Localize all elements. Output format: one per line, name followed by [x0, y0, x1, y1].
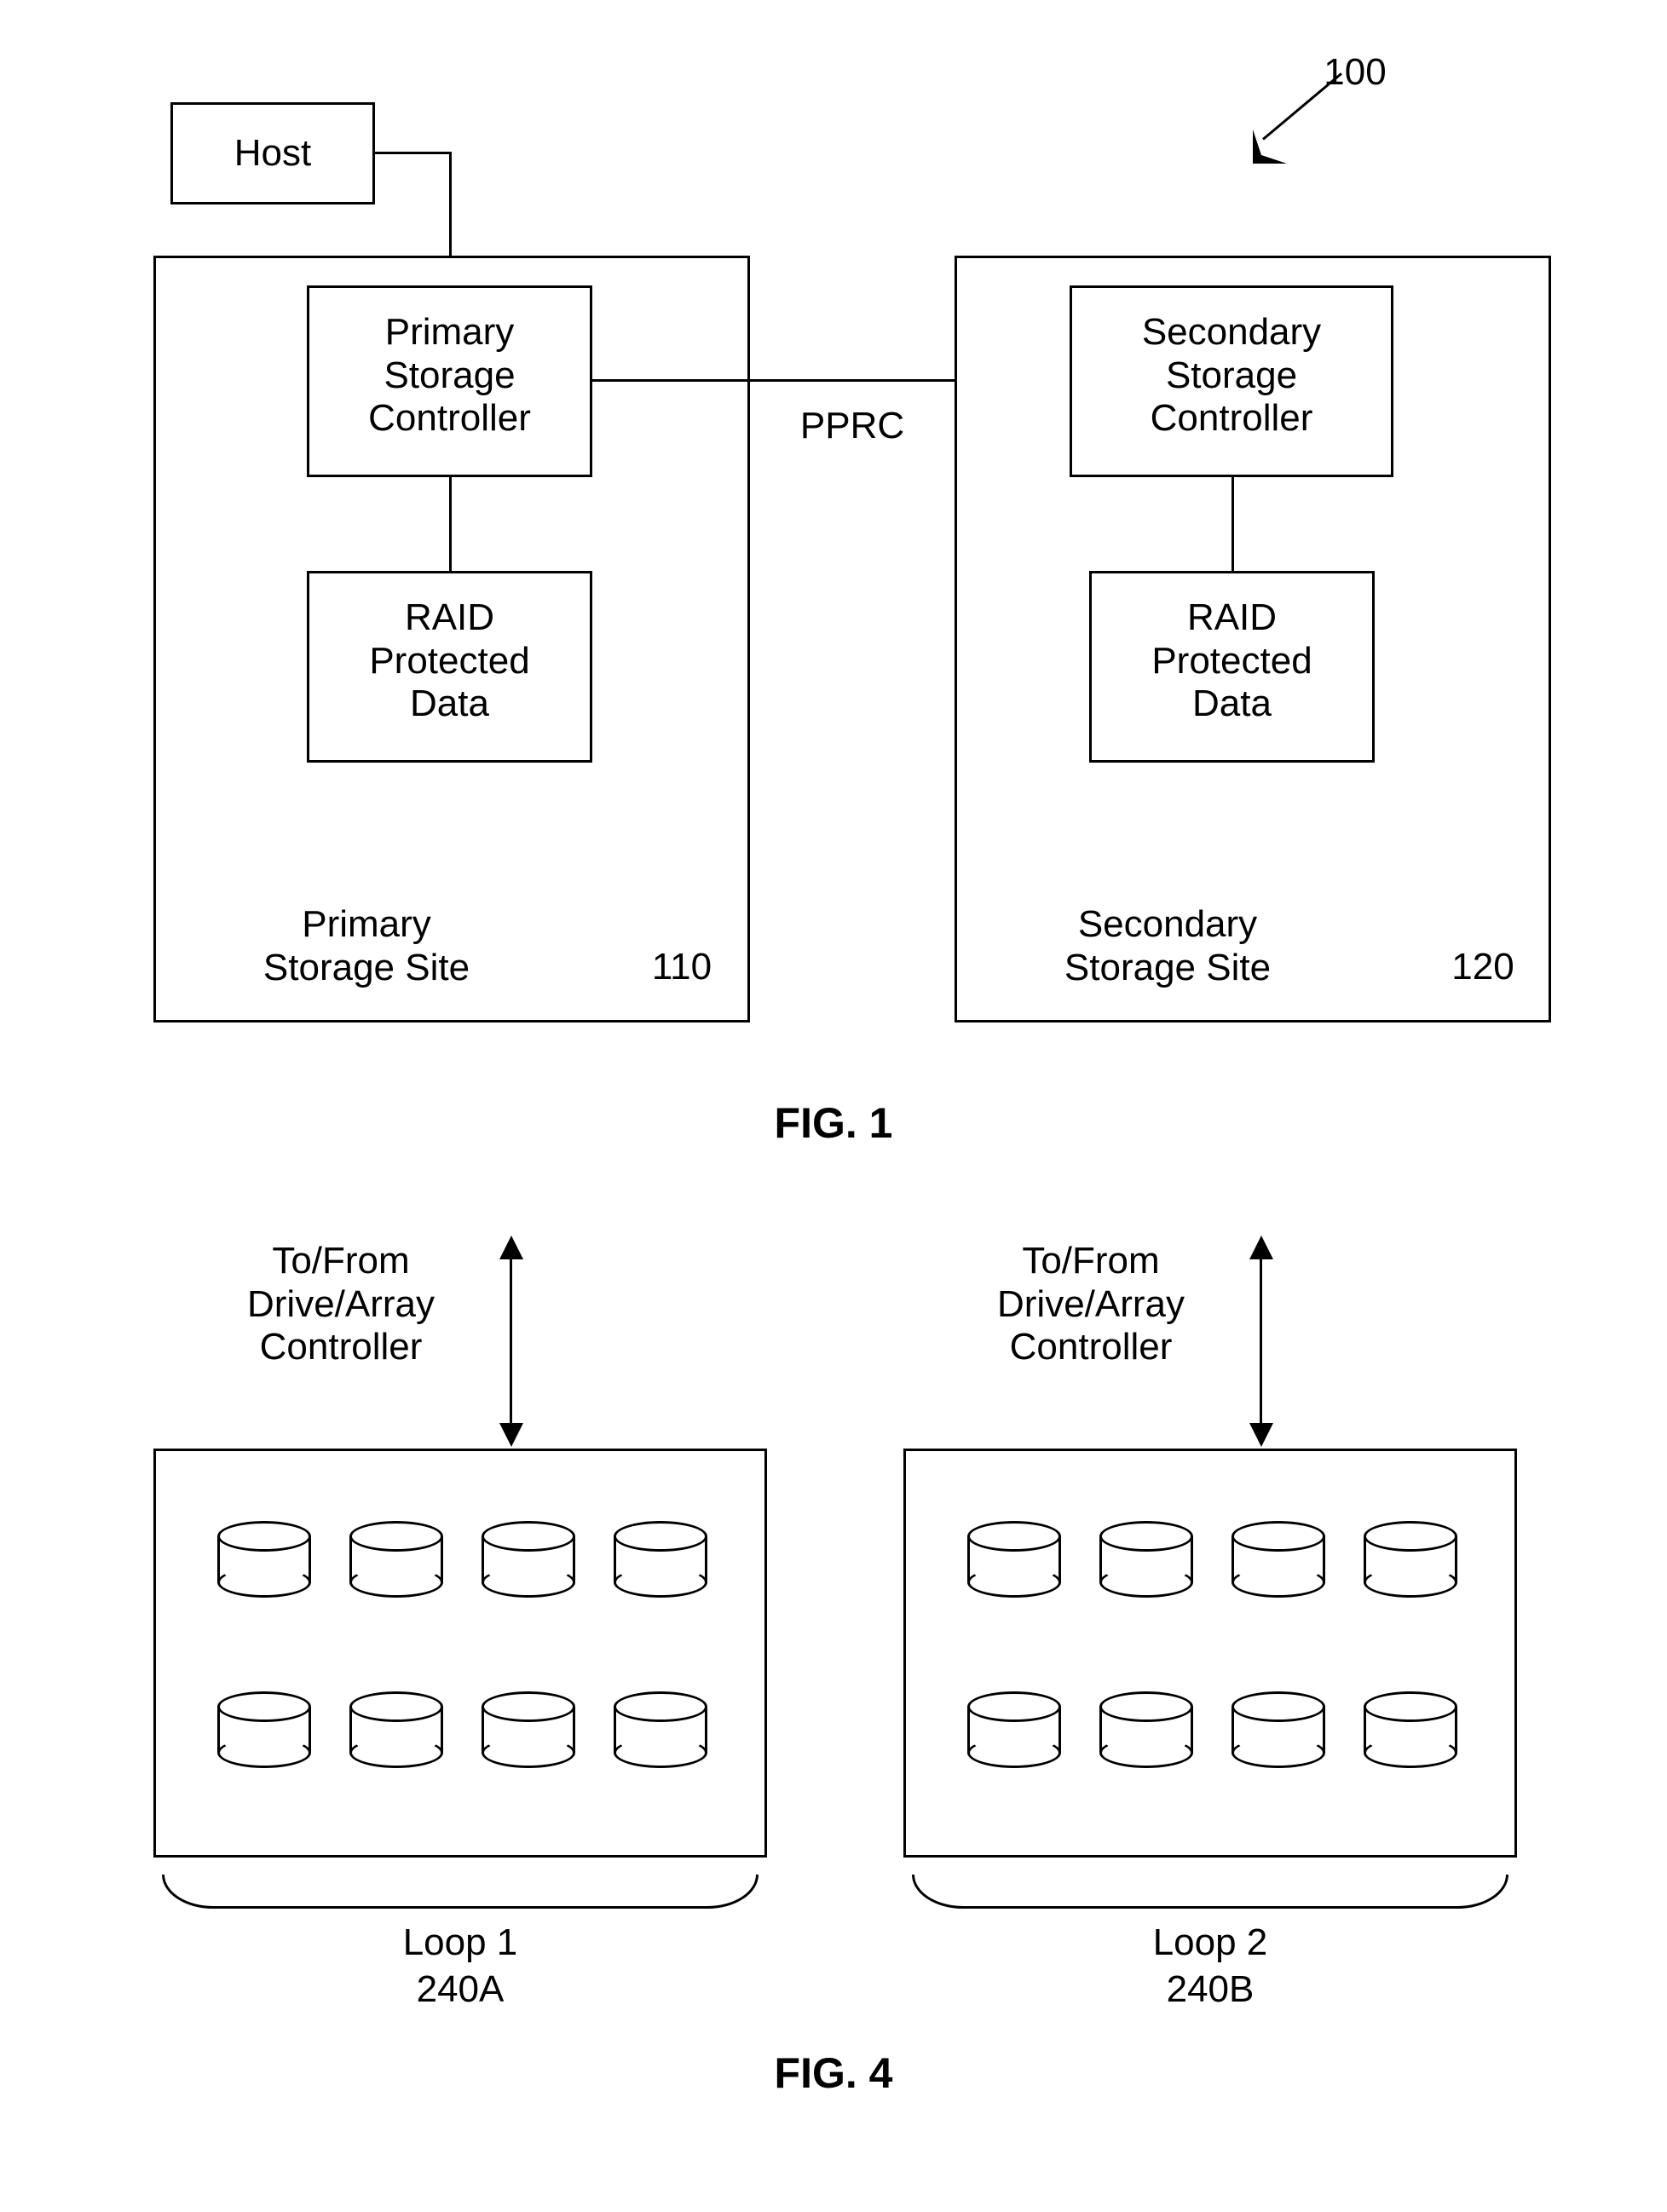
- primary-raid-label: RAID Protected Data: [307, 596, 592, 726]
- loop1-ref: 240A: [153, 1968, 767, 2012]
- disk-icon: [1232, 1691, 1325, 1768]
- disk-icon: [1099, 1691, 1193, 1768]
- host-to-ctrl-h: [375, 152, 452, 154]
- loop2-arrow-shaft: [1260, 1257, 1262, 1427]
- loop2-arrow-label: To/From Drive/Array Controller: [950, 1240, 1232, 1369]
- disk-icon: [1364, 1521, 1457, 1598]
- loop1-arrow-shaft: [510, 1257, 512, 1427]
- disk-icon: [1364, 1691, 1457, 1768]
- loop1-arrow-down: [499, 1423, 523, 1447]
- loop2-box: [903, 1449, 1517, 1858]
- secondary-site-label: Secondary Storage Site: [997, 903, 1338, 989]
- disk-icon: [1099, 1521, 1193, 1598]
- disk-icon: [614, 1691, 707, 1768]
- disk-icon: [482, 1521, 575, 1598]
- page: 100 Host Primary Storage Controller RAID…: [0, 0, 1667, 2212]
- fig1-ref-100: 100: [1304, 51, 1406, 95]
- loop1-brace: [162, 1875, 759, 1909]
- disk-icon: [482, 1691, 575, 1768]
- loop1-arrow-label: To/From Drive/Array Controller: [200, 1240, 482, 1369]
- loop2-ref: 240B: [903, 1968, 1517, 2012]
- secondary-site-ref: 120: [1432, 946, 1534, 989]
- loop1-name: Loop 1: [153, 1921, 767, 1965]
- disk-icon: [967, 1521, 1061, 1598]
- primary-site-label: Primary Storage Site: [213, 903, 520, 989]
- fig1-caption: FIG. 1: [0, 1099, 1667, 1149]
- primary-site-ref: 110: [631, 946, 733, 989]
- fig1-ref-arrow-head: [1253, 130, 1287, 164]
- secondary-controller-label: Secondary Storage Controller: [1070, 311, 1393, 441]
- disk-icon: [349, 1691, 443, 1768]
- loop2-arrow-down: [1249, 1423, 1273, 1447]
- loop2-brace: [912, 1875, 1508, 1909]
- loop2-name: Loop 2: [903, 1921, 1517, 1965]
- host-label: Host: [170, 132, 375, 176]
- primary-ctrl-to-raid: [449, 477, 452, 571]
- disk-icon: [967, 1691, 1061, 1768]
- loop2-arrow-up: [1249, 1236, 1273, 1259]
- disk-icon: [217, 1521, 311, 1598]
- secondary-ctrl-to-raid: [1232, 477, 1234, 571]
- secondary-raid-label: RAID Protected Data: [1089, 596, 1375, 726]
- loop1-box: [153, 1449, 767, 1858]
- disk-icon: [349, 1521, 443, 1598]
- primary-controller-label: Primary Storage Controller: [307, 311, 592, 441]
- fig4-caption: FIG. 4: [0, 2049, 1667, 2099]
- pprc-label: PPRC: [767, 405, 937, 448]
- disk-icon: [1232, 1521, 1325, 1598]
- disk-icon: [614, 1521, 707, 1598]
- disk-icon: [217, 1691, 311, 1768]
- loop1-arrow-up: [499, 1236, 523, 1259]
